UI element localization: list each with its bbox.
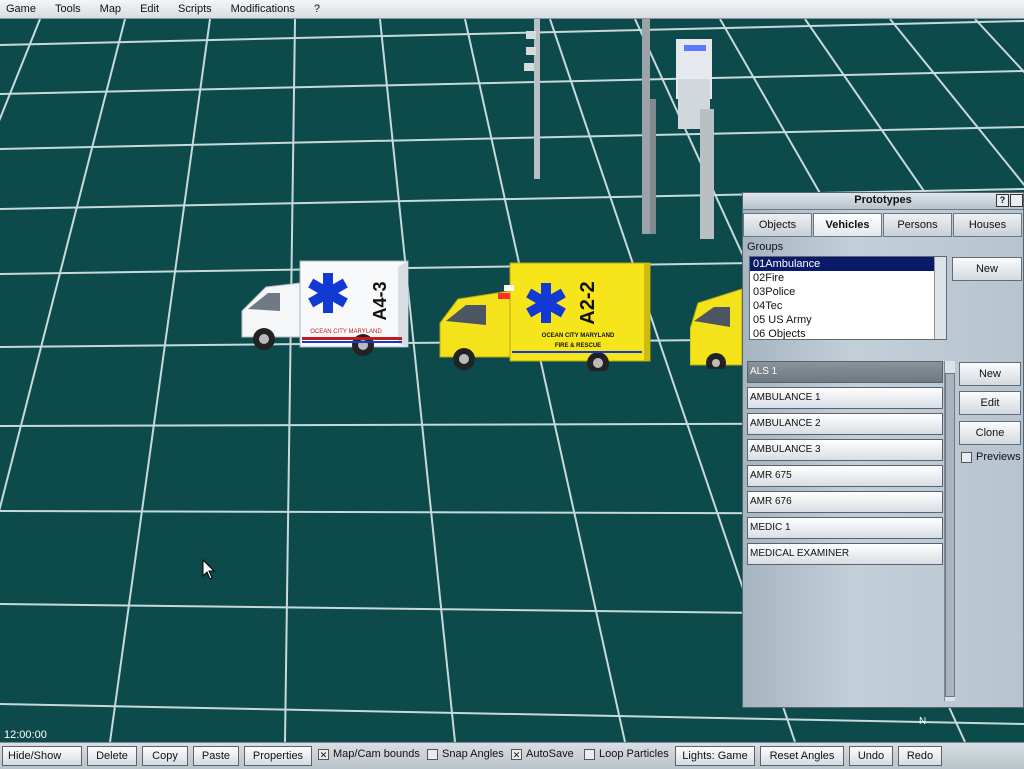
map-cam-bounds-toggle[interactable]: ✕ Map/Cam bounds	[318, 748, 420, 760]
tab-persons[interactable]: Persons	[883, 213, 952, 237]
loop-particles-checkbox[interactable]	[584, 748, 595, 760]
vehicle2-label: A2-2	[577, 281, 599, 324]
group-item[interactable]: 05 US Army	[750, 313, 946, 327]
reset-angles-button[interactable]: Reset Angles	[760, 746, 844, 766]
vehicle-new-button[interactable]: New	[959, 362, 1021, 386]
menu-edit[interactable]: Edit	[134, 3, 172, 15]
copy-button[interactable]: Copy	[142, 746, 188, 766]
white-ambulance[interactable]: A4-3 OCEAN CITY MARYLAND	[238, 259, 410, 359]
scrollbar-thumb[interactable]	[945, 373, 955, 697]
map-cam-bounds-label: Map/Cam bounds	[333, 748, 420, 760]
vehicle-item[interactable]: AMBULANCE 3	[747, 439, 943, 461]
game-clock: 12:00:00	[4, 729, 47, 741]
vehicle-clone-button[interactable]: Clone	[959, 421, 1021, 445]
group-item[interactable]: 01Ambulance	[750, 257, 946, 271]
group-item[interactable]: 02Fire	[750, 271, 946, 285]
vehicle1-label: A4-3	[370, 281, 390, 320]
lights-button[interactable]: Lights: Game	[675, 746, 755, 766]
map-cam-bounds-checkbox[interactable]: ✕	[318, 748, 329, 760]
snap-angles-toggle[interactable]: Snap Angles	[427, 748, 504, 760]
delete-button[interactable]: Delete	[87, 746, 137, 766]
tab-objects[interactable]: Objects	[743, 213, 812, 237]
autosave-toggle[interactable]: ✕ AutoSave	[511, 748, 574, 760]
autosave-checkbox[interactable]: ✕	[511, 748, 522, 760]
panel-title[interactable]: Prototypes ?	[743, 193, 1023, 210]
vehicle-item[interactable]: ALS 1	[747, 361, 943, 383]
group-item[interactable]: 04Tec	[750, 299, 946, 313]
vehicle1-text: OCEAN CITY MARYLAND	[310, 329, 382, 335]
groups-list[interactable]: 01Ambulance 02Fire 03Police 04Tec 05 US …	[749, 256, 947, 340]
panel-title-text: Prototypes	[854, 194, 912, 206]
vehicle-item[interactable]: AMBULANCE 2	[747, 413, 943, 435]
vehicle-item[interactable]: AMBULANCE 1	[747, 387, 943, 409]
vehicle-item[interactable]: MEDICAL EXAMINER	[747, 543, 943, 565]
loop-particles-label: Loop Particles	[599, 748, 669, 760]
yellow-vehicle-partial[interactable]	[690, 269, 742, 369]
previews-toggle[interactable]: Previews	[961, 451, 1021, 463]
vehicle2-text: OCEAN CITY MARYLAND	[542, 333, 615, 339]
mouse-cursor-icon	[202, 559, 216, 580]
properties-button[interactable]: Properties	[244, 746, 312, 766]
groups-new-button[interactable]: New	[952, 257, 1022, 281]
groups-label: Groups	[747, 241, 784, 253]
menu-help[interactable]: ?	[308, 3, 333, 15]
menu-map[interactable]: Map	[94, 3, 134, 15]
redo-button[interactable]: Redo	[898, 746, 942, 766]
snap-angles-checkbox[interactable]	[427, 748, 438, 760]
previews-label: Previews	[976, 451, 1021, 463]
undo-button[interactable]: Undo	[849, 746, 893, 766]
menu-tools[interactable]: Tools	[49, 3, 94, 15]
bottom-toolbar: Hide/Show Delete Copy Paste Properties ✕…	[0, 742, 1024, 769]
menu-modifications[interactable]: Modifications	[225, 3, 308, 15]
north-indicator: N	[919, 716, 927, 727]
tab-vehicles[interactable]: Vehicles	[813, 213, 882, 237]
menu-scripts[interactable]: Scripts	[172, 3, 225, 15]
group-item[interactable]: 03Police	[750, 285, 946, 299]
prototypes-panel: Prototypes ? Objects Vehicles Persons Ho…	[742, 192, 1024, 708]
vehicle-list: ALS 1 AMBULANCE 1 AMBULANCE 2 AMBULANCE …	[747, 361, 943, 569]
yellow-ambulance[interactable]: A2-2 OCEAN CITY MARYLAND FIRE & RESCUE	[438, 261, 652, 371]
help-button[interactable]: ?	[996, 194, 1009, 207]
hide-show-button[interactable]: Hide/Show	[2, 746, 82, 766]
groups-scrollbar[interactable]	[934, 257, 946, 339]
previews-checkbox[interactable]	[961, 451, 972, 463]
menu-bar: Game Tools Map Edit Scripts Modification…	[0, 0, 1024, 19]
vehicle-item[interactable]: AMR 676	[747, 491, 943, 513]
close-button[interactable]	[1010, 194, 1023, 207]
tab-houses[interactable]: Houses	[953, 213, 1022, 237]
snap-angles-label: Snap Angles	[442, 748, 504, 760]
vehicle-list-scrollbar[interactable]	[944, 361, 955, 701]
vehicle-edit-button[interactable]: Edit	[959, 391, 1021, 415]
group-item[interactable]: 06 Objects	[750, 327, 946, 339]
menu-game[interactable]: Game	[0, 3, 49, 15]
autosave-label: AutoSave	[526, 748, 574, 760]
vehicle2-sub: FIRE & RESCUE	[555, 343, 601, 349]
prototype-tabs: Objects Vehicles Persons Houses	[743, 213, 1023, 237]
paste-button[interactable]: Paste	[193, 746, 239, 766]
vehicle-item[interactable]: MEDIC 1	[747, 517, 943, 539]
loop-particles-toggle[interactable]: Loop Particles	[584, 748, 669, 760]
vehicle-item[interactable]: AMR 675	[747, 465, 943, 487]
